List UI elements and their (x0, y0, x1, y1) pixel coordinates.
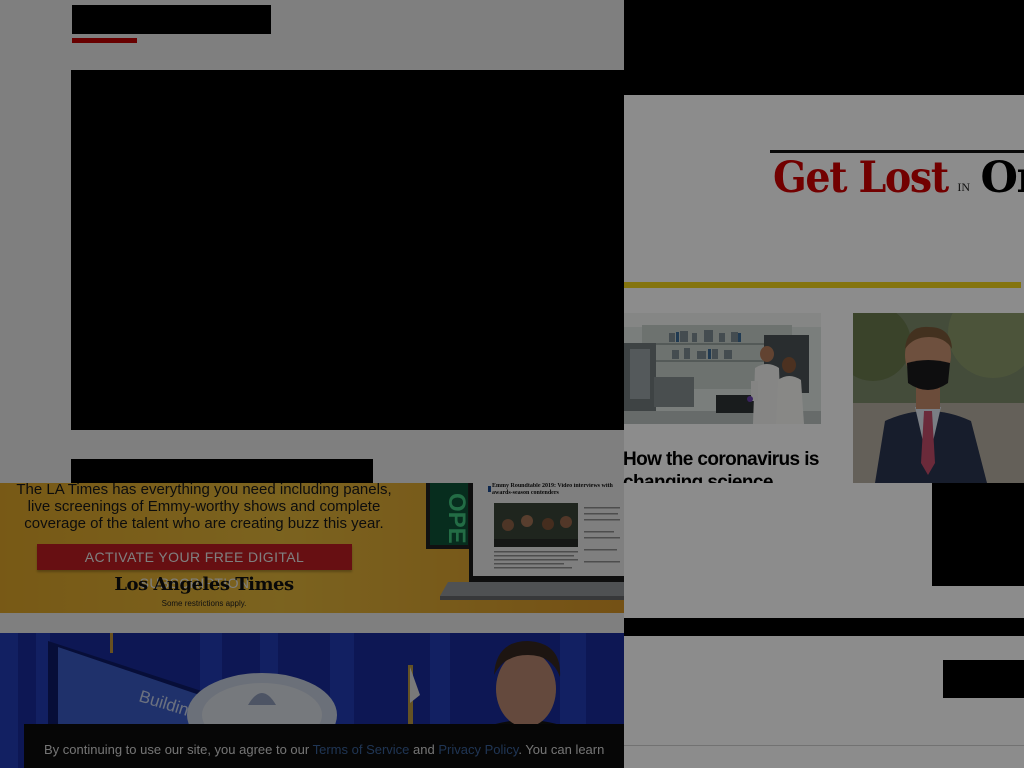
cookie-consent-bar: By continuing to use our site, you agree… (24, 724, 624, 768)
cookie-consent-text: By continuing to use our site, you agree… (44, 742, 604, 757)
section-divider (624, 282, 1021, 288)
laptop-screen-title: Emmy Roundtable 2019: Video interviews w… (492, 483, 613, 496)
subscription-promo-banner[interactable]: The LA Times has everything you need inc… (0, 483, 624, 613)
site-logo[interactable] (72, 5, 271, 34)
promo-fineprint: Some restrictions apply. (161, 599, 247, 608)
promo-copy: The LA Times has everything you need inc… (0, 483, 408, 532)
activate-subscription-button[interactable]: ACTIVATE YOUR FREE DIGITAL SUBSCRIPTION (37, 544, 352, 591)
get-lost-one: One (980, 153, 1024, 203)
divider-line (624, 745, 1024, 746)
terms-of-service-link[interactable]: Terms of Service (313, 742, 410, 757)
story-headline[interactable]: How the coronavirus is changing science (623, 448, 820, 483)
laptop-illustration: OPE Emmy Roundtable 2019: Video intervie… (426, 483, 624, 600)
section-heading-bar (71, 459, 373, 484)
more-button[interactable] (943, 660, 1024, 698)
open-sign-text: OPE (443, 493, 470, 544)
lab-scene-illustration (624, 313, 821, 424)
get-lost-in: IN (957, 180, 971, 195)
masked-man-illustration (853, 313, 1024, 483)
story-image-lab[interactable] (624, 313, 821, 424)
ad-slot-side[interactable] (932, 483, 1024, 586)
promo-line-2: live screenings of Emmy-worthy shows and… (27, 498, 381, 515)
privacy-policy-link[interactable]: Privacy Policy (438, 742, 518, 757)
cookie-prefix: By continuing to use our site, you agree… (44, 742, 310, 757)
video-player[interactable] (71, 70, 624, 430)
promo-line-3: coverage of the talent who are creating … (24, 515, 384, 532)
logo-accent-rule (72, 38, 137, 43)
get-lost-title: Get Lost (773, 153, 949, 203)
section-heading-bar-right (624, 618, 1024, 636)
promo-line-1: The LA Times has everything you need inc… (16, 483, 392, 498)
get-lost-banner[interactable]: Get Lost IN One (773, 153, 1024, 209)
ad-slot-top[interactable] (624, 0, 1024, 95)
la-times-logo: Los Angeles Times (114, 574, 294, 595)
story-image-masked-man[interactable] (853, 313, 1024, 483)
cookie-suffix: . You can learn (518, 742, 605, 757)
cookie-and: and (413, 742, 435, 757)
